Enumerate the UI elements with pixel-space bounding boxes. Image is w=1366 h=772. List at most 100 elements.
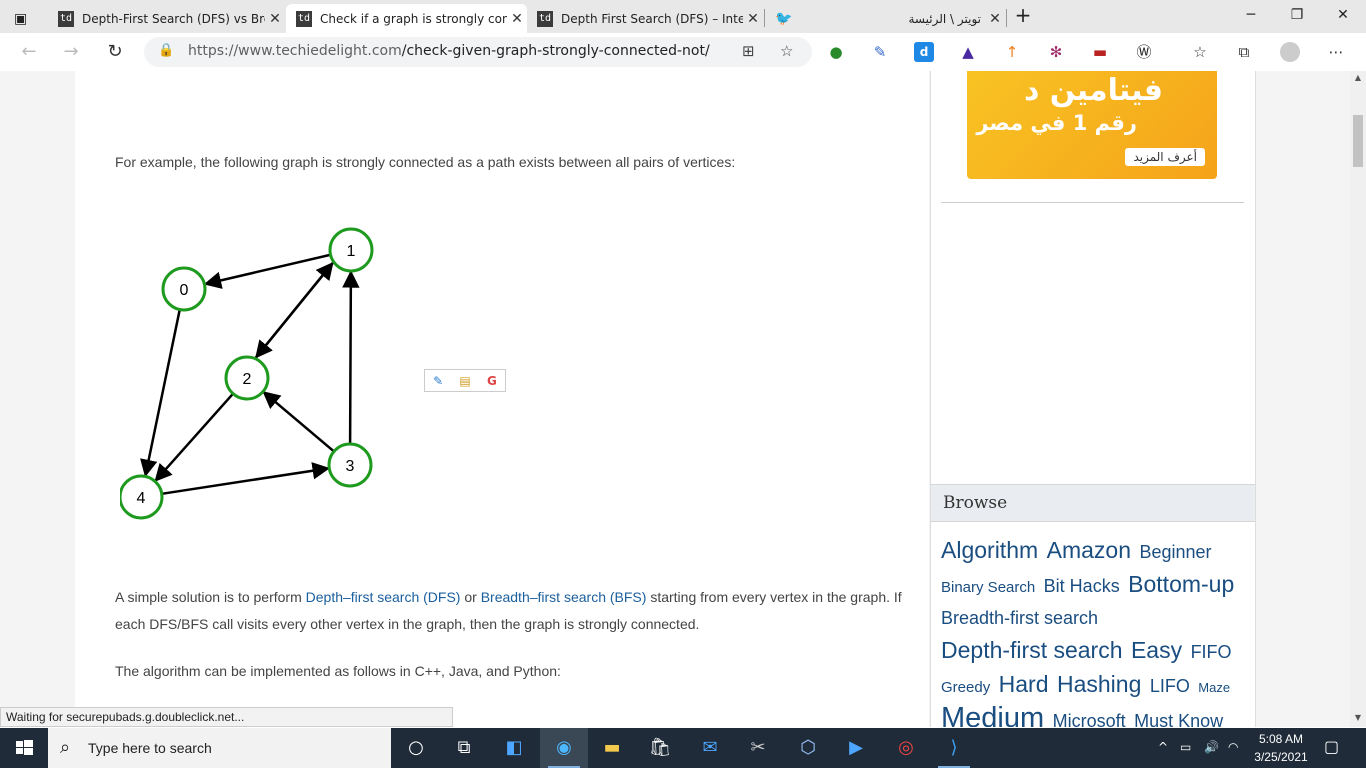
- bfs-link[interactable]: Breadth–first search (BFS): [481, 589, 647, 605]
- tag-link[interactable]: Bit Hacks: [1044, 576, 1120, 596]
- article-content: For example, the following graph is stro…: [75, 71, 929, 727]
- tag-link[interactable]: Microsoft: [1053, 711, 1126, 727]
- search-placeholder: Type here to search: [88, 740, 212, 756]
- graph-diagram: 0 1 2 3 4: [120, 227, 374, 520]
- graph-node-label: 0: [180, 282, 189, 299]
- restore-button[interactable]: ❐: [1274, 0, 1320, 32]
- system-clock[interactable]: 5:08 AM 3/25/2021: [1250, 730, 1312, 766]
- tag-link[interactable]: Binary Search: [941, 579, 1035, 596]
- ad-learn-more-button[interactable]: أعرف المزيد: [1125, 148, 1205, 166]
- scroll-up-arrow[interactable]: ▲: [1350, 73, 1366, 82]
- tag-link[interactable]: Depth-first search: [941, 637, 1123, 663]
- dfs-link[interactable]: Depth–first search (DFS): [306, 589, 461, 605]
- extension-gear-icon[interactable]: ✻: [1046, 42, 1066, 62]
- page-scrollbar[interactable]: ▲ ▼: [1350, 71, 1366, 727]
- tag-link[interactable]: FIFO: [1191, 642, 1232, 662]
- tag-link[interactable]: Bottom-up: [1128, 571, 1234, 597]
- google-search-icon[interactable]: G: [487, 374, 497, 388]
- tab-actions-button[interactable]: ▣: [0, 4, 47, 33]
- close-tab-icon[interactable]: ✕: [265, 11, 285, 27]
- back-button[interactable]: ←: [14, 38, 44, 66]
- solution-text-b: or: [460, 589, 481, 605]
- immersive-reader-icon[interactable]: ⊞: [742, 42, 755, 60]
- url-text[interactable]: https://www.techiedelight.com/check-give…: [188, 43, 710, 59]
- comment-icon[interactable]: ▤: [459, 374, 470, 388]
- collections-icon[interactable]: ⧉: [1234, 42, 1254, 62]
- refresh-button[interactable]: ↻: [100, 38, 130, 66]
- start-button[interactable]: [0, 728, 48, 768]
- tab-dfs-vs-bfs[interactable]: td Depth-First Search (DFS) vs Brea ✕: [48, 4, 285, 33]
- 3d-viewer-icon[interactable]: ⬡: [784, 728, 832, 768]
- mail-icon[interactable]: ✉: [686, 728, 734, 768]
- tag-link[interactable]: Breadth-first search: [941, 608, 1098, 628]
- powershell-icon[interactable]: ▶: [832, 728, 880, 768]
- forward-button[interactable]: →: [56, 38, 86, 66]
- store-app-icon[interactable]: ◧: [490, 728, 538, 768]
- solution-text-a: A simple solution is to perform: [115, 589, 306, 605]
- close-tab-icon[interactable]: ✕: [743, 11, 763, 27]
- volume-icon[interactable]: 🔊: [1204, 740, 1219, 754]
- tag-link[interactable]: Hashing: [1057, 671, 1141, 697]
- clock-date: 3/25/2021: [1254, 750, 1308, 764]
- profile-avatar-icon[interactable]: [1280, 42, 1300, 62]
- chrome-icon[interactable]: ◎: [882, 728, 930, 768]
- notifications-icon[interactable]: ▢: [1324, 737, 1339, 756]
- extension-graduation-icon[interactable]: ▲: [958, 42, 978, 62]
- taskbar-search[interactable]: ⌕ Type here to search: [48, 728, 391, 768]
- snipping-tool-icon[interactable]: ✂: [734, 728, 782, 768]
- add-favorite-icon[interactable]: ☆: [780, 42, 793, 60]
- tab-actions-icon: ▣: [14, 10, 28, 27]
- extension-flag-icon[interactable]: ▬: [1090, 42, 1110, 62]
- extension-feather-icon[interactable]: ✎: [870, 42, 890, 62]
- more-menu-icon[interactable]: ⋯: [1326, 42, 1346, 62]
- browse-title: Browse: [943, 493, 1008, 513]
- tag-link[interactable]: Amazon: [1047, 537, 1131, 563]
- close-window-button[interactable]: ✕: [1320, 0, 1366, 32]
- scroll-down-arrow[interactable]: ▼: [1350, 713, 1366, 722]
- graph-edge-2-4: [154, 392, 234, 482]
- close-tab-icon[interactable]: ✕: [507, 11, 527, 27]
- tag-link[interactable]: Must Know: [1134, 711, 1223, 727]
- wifi-icon[interactable]: ◠: [1228, 740, 1238, 754]
- edge-taskbar-icon[interactable]: ◉: [540, 728, 588, 768]
- tab-dfs-interview[interactable]: td Depth First Search (DFS) – Interv ✕: [527, 4, 763, 33]
- new-tab-button[interactable]: +: [1000, 0, 1046, 32]
- tag-link[interactable]: Medium: [941, 702, 1044, 727]
- sidebar-divider: [941, 202, 1244, 203]
- tag-link[interactable]: LIFO: [1150, 676, 1190, 696]
- tag-link[interactable]: Maze: [1198, 680, 1230, 695]
- tag-link[interactable]: Hard: [999, 671, 1049, 697]
- graph-node-label: 4: [137, 490, 146, 507]
- extension-d-icon[interactable]: d: [914, 42, 934, 62]
- extension-globe-icon[interactable]: ●: [826, 42, 846, 62]
- pencil-icon[interactable]: ✎: [433, 374, 443, 388]
- extension-w-icon[interactable]: Ⓦ: [1134, 42, 1154, 62]
- tab-twitter[interactable]: 🐦 تويتر \ الرئيسة ✕: [765, 4, 1005, 33]
- text-selection-popup: ✎ ▤ G: [424, 369, 506, 392]
- show-hidden-icons-icon[interactable]: ^: [1158, 740, 1168, 754]
- tag-link[interactable]: Beginner: [1139, 542, 1211, 562]
- battery-icon[interactable]: ▭: [1180, 740, 1191, 754]
- task-view-icon[interactable]: ⧉: [440, 728, 488, 768]
- tag-link[interactable]: Easy: [1131, 637, 1182, 663]
- advertisement-banner[interactable]: فيتامين د رقم 1 في مصر أعرف المزيد: [967, 71, 1217, 179]
- ad-subheadline: رقم 1 في مصر: [976, 111, 1137, 135]
- scrollbar-thumb[interactable]: [1353, 115, 1363, 167]
- tag-link[interactable]: Greedy: [941, 679, 990, 696]
- tag-link[interactable]: Algorithm: [941, 537, 1038, 563]
- minimize-button[interactable]: ─: [1228, 0, 1274, 32]
- vscode-icon[interactable]: ⟩: [930, 728, 978, 768]
- favorites-icon[interactable]: ☆: [1190, 42, 1210, 62]
- microsoft-store-icon[interactable]: 🛍: [636, 728, 684, 768]
- address-bar[interactable]: 🔒 https://www.techiedelight.com/check-gi…: [144, 37, 812, 67]
- extension-arrow-up-icon[interactable]: ↑: [1002, 42, 1022, 62]
- tab-strongly-connected[interactable]: td Check if a graph is strongly conn ✕: [286, 4, 527, 33]
- cortana-icon[interactable]: ○: [392, 728, 440, 768]
- tag-cloud: Algorithm Amazon Beginner Binary Search …: [941, 535, 1247, 727]
- browser-toolbar: ← → ↻ 🔒 https://www.techiedelight.com/ch…: [0, 33, 1366, 72]
- file-explorer-icon[interactable]: ▬: [588, 728, 636, 768]
- tab-title: Check if a graph is strongly conn: [320, 11, 507, 26]
- graph-node-label: 2: [243, 371, 252, 388]
- algorithm-paragraph: The algorithm can be implemented as foll…: [115, 663, 561, 679]
- graph-edge-3-2: [262, 391, 335, 453]
